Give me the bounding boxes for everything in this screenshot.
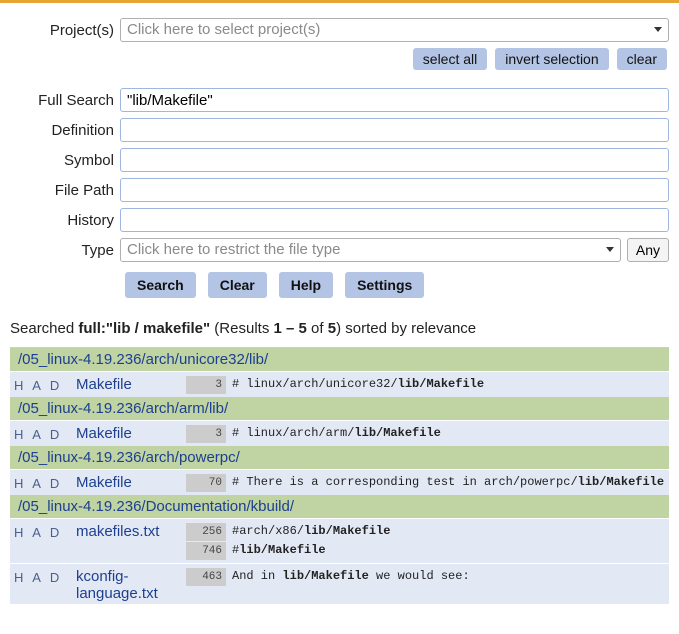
type-placeholder: Click here to restrict the file type — [127, 241, 340, 258]
match-text: # linux/arch/arm/lib/Makefile — [232, 424, 441, 442]
dir-link[interactable]: /05_linux-4.19.236/arch/powerpc/ — [18, 449, 240, 466]
result-file-row: H A DMakefile70 # There is a correspondin… — [10, 469, 669, 495]
match-text: #arch/x86/lib/Makefile — [232, 522, 390, 540]
projects-dropdown[interactable]: Click here to select project(s) — [120, 18, 669, 42]
line-number: 256 — [186, 523, 226, 541]
match-line[interactable]: 3 # linux/arch/arm/lib/Makefile — [186, 424, 665, 443]
had-flags[interactable]: H A D — [14, 566, 76, 585]
had-flags[interactable]: H A D — [14, 423, 76, 442]
result-file-link[interactable]: Makefile — [76, 374, 186, 393]
result-dir[interactable]: /05_linux-4.19.236/Documentation/kbuild/ — [10, 495, 669, 518]
label-full-search: Full Search — [10, 92, 120, 109]
match-container: 3 # linux/arch/unicore32/lib/Makefile — [186, 374, 665, 395]
had-flags[interactable]: H A D — [14, 374, 76, 393]
label-symbol: Symbol — [10, 152, 120, 169]
label-history: History — [10, 212, 120, 229]
match-line[interactable]: 3 # linux/arch/unicore32/lib/Makefile — [186, 375, 665, 394]
match-text: And in lib/Makefile we would see: — [232, 567, 470, 585]
result-dir[interactable]: /05_linux-4.19.236/arch/arm/lib/ — [10, 397, 669, 420]
line-number: 3 — [186, 376, 226, 394]
dir-link[interactable]: /05_linux-4.19.236/arch/unicore32/lib/ — [18, 351, 268, 368]
chevron-down-icon — [606, 247, 614, 252]
line-number: 746 — [186, 542, 226, 560]
match-text: # linux/arch/unicore32/lib/Makefile — [232, 375, 484, 393]
result-file-row: H A DMakefile3 # linux/arch/arm/lib/Makef… — [10, 420, 669, 446]
type-dropdown[interactable]: Click here to restrict the file type — [120, 238, 621, 262]
dir-link[interactable]: /05_linux-4.19.236/arch/arm/lib/ — [18, 400, 228, 417]
results-summary: Searched full:"lib / makefile" (Results … — [10, 320, 669, 337]
select-all-button[interactable]: select all — [413, 48, 487, 70]
result-file-link[interactable]: makefiles.txt — [76, 521, 186, 540]
line-number: 3 — [186, 425, 226, 443]
result-file-link[interactable]: Makefile — [76, 423, 186, 442]
full-search-input[interactable] — [120, 88, 669, 112]
search-button[interactable]: Search — [125, 272, 196, 298]
result-dir[interactable]: /05_linux-4.19.236/arch/powerpc/ — [10, 446, 669, 469]
file-path-input[interactable] — [120, 178, 669, 202]
results-list: /05_linux-4.19.236/arch/unicore32/lib/H … — [10, 347, 669, 604]
invert-selection-button[interactable]: invert selection — [495, 48, 608, 70]
match-container: 3 # linux/arch/arm/lib/Makefile — [186, 423, 665, 444]
chevron-down-icon — [654, 27, 662, 32]
definition-input[interactable] — [120, 118, 669, 142]
result-file-link[interactable]: Makefile — [76, 472, 186, 491]
match-container: 256 #arch/x86/lib/Makefile 746 #lib/Makefil… — [186, 521, 665, 561]
label-definition: Definition — [10, 122, 120, 139]
label-type: Type — [10, 242, 120, 259]
had-flags[interactable]: H A D — [14, 521, 76, 540]
settings-button[interactable]: Settings — [345, 272, 424, 298]
had-flags[interactable]: H A D — [14, 472, 76, 491]
symbol-input[interactable] — [120, 148, 669, 172]
clear-projects-button[interactable]: clear — [617, 48, 667, 70]
history-input[interactable] — [120, 208, 669, 232]
result-file-row: H A DMakefile3 # linux/arch/unicore32/lib… — [10, 371, 669, 397]
match-container: 463 And in lib/Makefile we would see: — [186, 566, 665, 587]
result-file-row: H A Dmakefiles.txt256 #arch/x86/lib/Makef… — [10, 518, 669, 563]
help-button[interactable]: Help — [279, 272, 333, 298]
line-number: 70 — [186, 474, 226, 492]
result-file-link[interactable]: kconfig-language.txt — [76, 566, 186, 602]
line-number: 463 — [186, 568, 226, 586]
label-file-path: File Path — [10, 182, 120, 199]
match-text: #lib/Makefile — [232, 541, 326, 559]
projects-placeholder: Click here to select project(s) — [127, 21, 320, 38]
match-container: 70 # There is a corresponding test in arc… — [186, 472, 665, 493]
type-any-button[interactable]: Any — [627, 238, 669, 262]
result-dir[interactable]: /05_linux-4.19.236/arch/unicore32/lib/ — [10, 348, 669, 371]
match-line[interactable]: 70 # There is a corresponding test in arc… — [186, 473, 665, 492]
match-text: # There is a corresponding test in arch/… — [232, 473, 664, 491]
clear-button[interactable]: Clear — [208, 272, 267, 298]
match-line[interactable]: 463 And in lib/Makefile we would see: — [186, 567, 665, 586]
dir-link[interactable]: /05_linux-4.19.236/Documentation/kbuild/ — [18, 498, 294, 515]
match-line[interactable]: 746 #lib/Makefile — [186, 541, 665, 560]
label-projects: Project(s) — [10, 22, 120, 39]
result-file-row: H A Dkconfig-language.txt463 And in lib/M… — [10, 563, 669, 604]
match-line[interactable]: 256 #arch/x86/lib/Makefile — [186, 522, 665, 541]
